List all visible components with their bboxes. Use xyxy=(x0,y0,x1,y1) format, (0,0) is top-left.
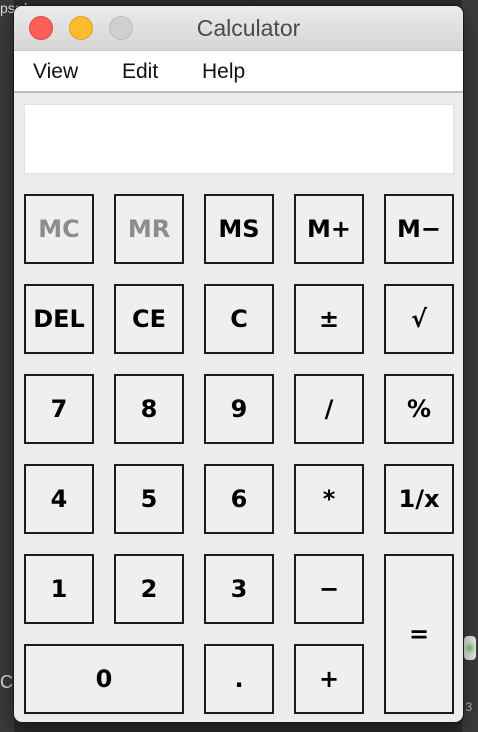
desktop-background-right xyxy=(462,0,478,732)
delete-button[interactable]: DEL xyxy=(24,284,94,354)
digit-8-button[interactable]: 8 xyxy=(114,374,184,444)
digit-1-button[interactable]: 1 xyxy=(24,554,94,624)
menu-edit[interactable]: Edit xyxy=(122,60,158,84)
equals-button[interactable]: = xyxy=(384,554,454,714)
title-bar: Calculator xyxy=(14,6,463,51)
clear-entry-button[interactable]: CE xyxy=(114,284,184,354)
square-root-button[interactable]: √ xyxy=(384,284,454,354)
memory-subtract-button[interactable]: M− xyxy=(384,194,454,264)
digit-3-button[interactable]: 3 xyxy=(204,554,274,624)
reciprocal-button[interactable]: 1/x xyxy=(384,464,454,534)
menu-bar: View Edit Help xyxy=(14,51,463,93)
menu-help[interactable]: Help xyxy=(202,60,245,84)
plus-button[interactable]: + xyxy=(294,644,364,714)
digit-0-button[interactable]: 0 xyxy=(24,644,184,714)
digit-2-button[interactable]: 2 xyxy=(114,554,184,624)
memory-store-button[interactable]: MS xyxy=(204,194,274,264)
background-text: 3 xyxy=(465,700,472,714)
minus-button[interactable]: − xyxy=(294,554,364,624)
desktop-background-left xyxy=(0,0,14,732)
window-title: Calculator xyxy=(196,15,301,41)
calculator-display xyxy=(24,104,454,174)
digit-4-button[interactable]: 4 xyxy=(24,464,94,534)
memory-recall-button[interactable]: MR xyxy=(114,194,184,264)
digit-7-button[interactable]: 7 xyxy=(24,374,94,444)
digit-5-button[interactable]: 5 xyxy=(114,464,184,534)
plus-minus-button[interactable]: ± xyxy=(294,284,364,354)
menu-view[interactable]: View xyxy=(33,60,78,84)
multiply-button[interactable]: * xyxy=(294,464,364,534)
decimal-point-button[interactable]: . xyxy=(204,644,274,714)
digit-9-button[interactable]: 9 xyxy=(204,374,274,444)
percent-button[interactable]: % xyxy=(384,374,454,444)
memory-add-button[interactable]: M+ xyxy=(294,194,364,264)
app-icon xyxy=(464,636,476,660)
background-text: C xyxy=(0,672,13,692)
digit-6-button[interactable]: 6 xyxy=(204,464,274,534)
divide-button[interactable]: / xyxy=(294,374,364,444)
clear-button[interactable]: C xyxy=(204,284,274,354)
calculator-window: Calculator View Edit Help MC MR MS M+ M−… xyxy=(14,6,463,722)
memory-clear-button[interactable]: MC xyxy=(24,194,94,264)
